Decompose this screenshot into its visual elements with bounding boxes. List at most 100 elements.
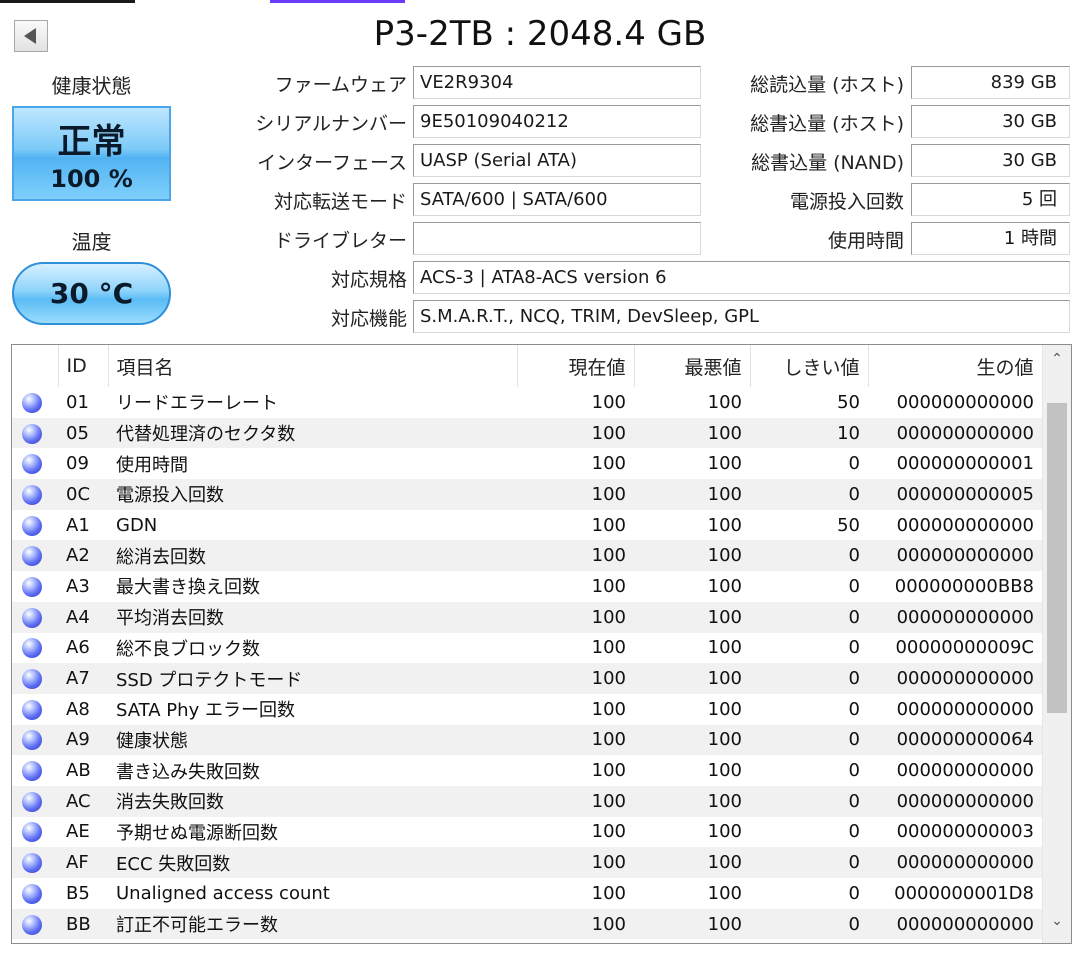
attr-id: A2 <box>58 540 108 572</box>
attr-current: 100 <box>591 882 626 904</box>
status-dot-cell <box>12 601 58 633</box>
attr-raw: 0000000001D8 <box>894 882 1034 904</box>
table-row[interactable]: A4 平均消去回数 100 100 0 000000000000 <box>12 601 1042 633</box>
status-dot-cell <box>12 448 58 479</box>
attr-current: 100 <box>591 637 626 659</box>
attr-worst: 100 <box>634 540 750 572</box>
power-on-hours-label: 使用時間 <box>827 230 904 252</box>
table-row[interactable]: A3 最大書き換え回数 100 100 0 000000000BB8 <box>12 571 1042 602</box>
status-dot-cell <box>12 479 58 510</box>
features-field: S.M.A.R.T., NCQ, TRIM, DevSleep, GPL <box>413 300 1070 333</box>
table-row[interactable]: A6 総不良ブロック数 100 100 0 00000000009C <box>12 633 1042 664</box>
serial-label: シリアルナンバー <box>255 113 407 135</box>
table-row[interactable]: A8 SATA Phy エラー回数 100 100 0 000000000000 <box>12 694 1042 725</box>
header-id[interactable]: ID <box>58 345 109 387</box>
attr-name: SATA Phy エラー回数 <box>116 700 295 722</box>
attr-raw: 000000000000 <box>896 698 1034 720</box>
table-scrollbar[interactable]: ⌃ ⌄ <box>1042 345 1071 943</box>
header-worst[interactable]: 最悪値 <box>634 345 751 387</box>
table-row[interactable]: 05 代替処理済のセクタ数 100 100 10 000000000000 <box>12 417 1042 449</box>
top-decor-line <box>0 0 135 3</box>
table-row[interactable]: 01 リードエラーレート 100 100 50 000000000000 <box>12 387 1042 418</box>
temperature-box[interactable]: 30 °C <box>12 262 171 325</box>
attr-id: 0C <box>58 479 108 510</box>
blue-orb-icon <box>22 638 42 659</box>
attr-threshold: 0 <box>750 601 868 633</box>
attr-id: AE <box>66 821 90 843</box>
attr-worst: 100 <box>707 698 742 720</box>
attr-id: AB <box>66 760 91 782</box>
attr-id: 05 <box>58 417 108 449</box>
host-writes-label: 総書込量 (ホスト) <box>750 113 904 135</box>
attr-name: ECC 失敗回数 <box>108 847 517 878</box>
table-row[interactable]: A2 総消去回数 100 100 0 000000000000 <box>12 540 1042 572</box>
attr-worst: 100 <box>634 785 750 817</box>
attr-name: 書き込み失敗回数 <box>116 761 260 783</box>
table-row[interactable]: AF ECC 失敗回数 100 100 0 000000000000 <box>12 847 1042 878</box>
attr-id: A6 <box>66 637 90 659</box>
attr-threshold: 50 <box>837 391 860 413</box>
status-dot-cell <box>12 417 58 449</box>
attr-current: 100 <box>517 663 634 694</box>
attr-raw: 000000000005 <box>868 479 1042 510</box>
blue-orb-icon <box>22 576 42 597</box>
host-reads-field: 839 GB <box>911 66 1070 99</box>
health-status-box[interactable]: 正常 100 % <box>12 106 171 201</box>
drive-letter-field <box>413 222 701 255</box>
attr-threshold: 0 <box>750 785 868 817</box>
attr-id: A4 <box>58 601 108 633</box>
blue-orb-icon <box>22 607 42 628</box>
attr-id: A8 <box>66 698 90 720</box>
attr-threshold: 0 <box>750 663 868 694</box>
attr-current: 100 <box>517 540 634 572</box>
header-current[interactable]: 現在値 <box>517 345 635 387</box>
chevron-down-icon[interactable]: ⌄ <box>1043 913 1071 937</box>
attr-raw: 000000000003 <box>896 821 1034 843</box>
attr-raw: 000000000000 <box>868 908 1042 940</box>
attr-id: A7 <box>58 663 108 694</box>
table-row[interactable]: A1 GDN 100 100 50 000000000000 <box>12 510 1042 541</box>
status-dot-cell <box>12 694 58 725</box>
header-status[interactable] <box>12 345 59 387</box>
table-row[interactable]: AC 消去失敗回数 100 100 0 000000000000 <box>12 785 1042 817</box>
table-row[interactable]: A9 健康状態 100 100 0 000000000064 <box>12 724 1042 756</box>
smart-attributes-table: ID 項目名 現在値 最悪値 しきい値 生の値 01 リードエラーレート 100 10… <box>12 345 1043 940</box>
status-dot-cell <box>12 755 58 786</box>
attr-name: リードエラーレート <box>116 393 278 415</box>
table-row[interactable]: AE 予期せぬ電源断回数 100 100 0 000000000003 <box>12 817 1042 848</box>
smart-table[interactable]: ID 項目名 現在値 最悪値 しきい値 生の値 01 リードエラーレート 100 10… <box>11 344 1072 944</box>
temperature-label: 温度 <box>71 230 112 254</box>
table-row[interactable]: 0C 電源投入回数 100 100 0 000000000005 <box>12 479 1042 510</box>
table-row[interactable]: AB 書き込み失敗回数 100 100 0 000000000000 <box>12 755 1042 786</box>
blue-orb-icon <box>22 423 42 444</box>
table-row[interactable]: B5 Unaligned access count 100 100 0 000000000… <box>12 878 1042 909</box>
attr-raw: 000000000064 <box>868 724 1042 756</box>
table-row[interactable]: 09 使用時間 100 100 0 000000000001 <box>12 448 1042 479</box>
attr-raw: 000000000000 <box>896 391 1034 413</box>
table-row[interactable]: BB 訂正不可能エラー数 100 100 0 000000000000 <box>12 908 1042 940</box>
attr-current: 100 <box>591 391 626 413</box>
table-row[interactable]: A7 SSD プロテクトモード 100 100 0 000000000000 <box>12 663 1042 694</box>
chevron-up-icon[interactable]: ⌃ <box>1043 351 1071 375</box>
nand-writes-label: 総書込量 (NAND) <box>751 152 904 174</box>
blue-orb-icon <box>22 546 42 567</box>
attr-name: 平均消去回数 <box>108 601 517 633</box>
blue-orb-icon <box>22 392 42 413</box>
header-name[interactable]: 項目名 <box>108 345 518 387</box>
attr-worst: 100 <box>707 391 742 413</box>
transfer-mode-label: 対応転送モード <box>273 191 407 213</box>
attr-current: 100 <box>591 575 626 597</box>
attr-worst: 100 <box>634 663 750 694</box>
attr-current: 100 <box>517 601 634 633</box>
header-threshold[interactable]: しきい値 <box>750 345 869 387</box>
header-raw[interactable]: 生の値 <box>868 345 1043 387</box>
power-on-count-field: 5 回 <box>911 183 1070 216</box>
attr-raw: 000000000000 <box>868 785 1042 817</box>
interface-field: UASP (Serial ATA) <box>413 144 701 177</box>
scrollbar-thumb[interactable] <box>1047 403 1067 713</box>
host-reads-label: 総読込量 (ホスト) <box>750 74 904 96</box>
attr-worst: 100 <box>707 760 742 782</box>
attr-threshold: 10 <box>750 417 868 449</box>
status-dot-cell <box>12 663 58 694</box>
attr-name: 電源投入回数 <box>108 479 517 510</box>
